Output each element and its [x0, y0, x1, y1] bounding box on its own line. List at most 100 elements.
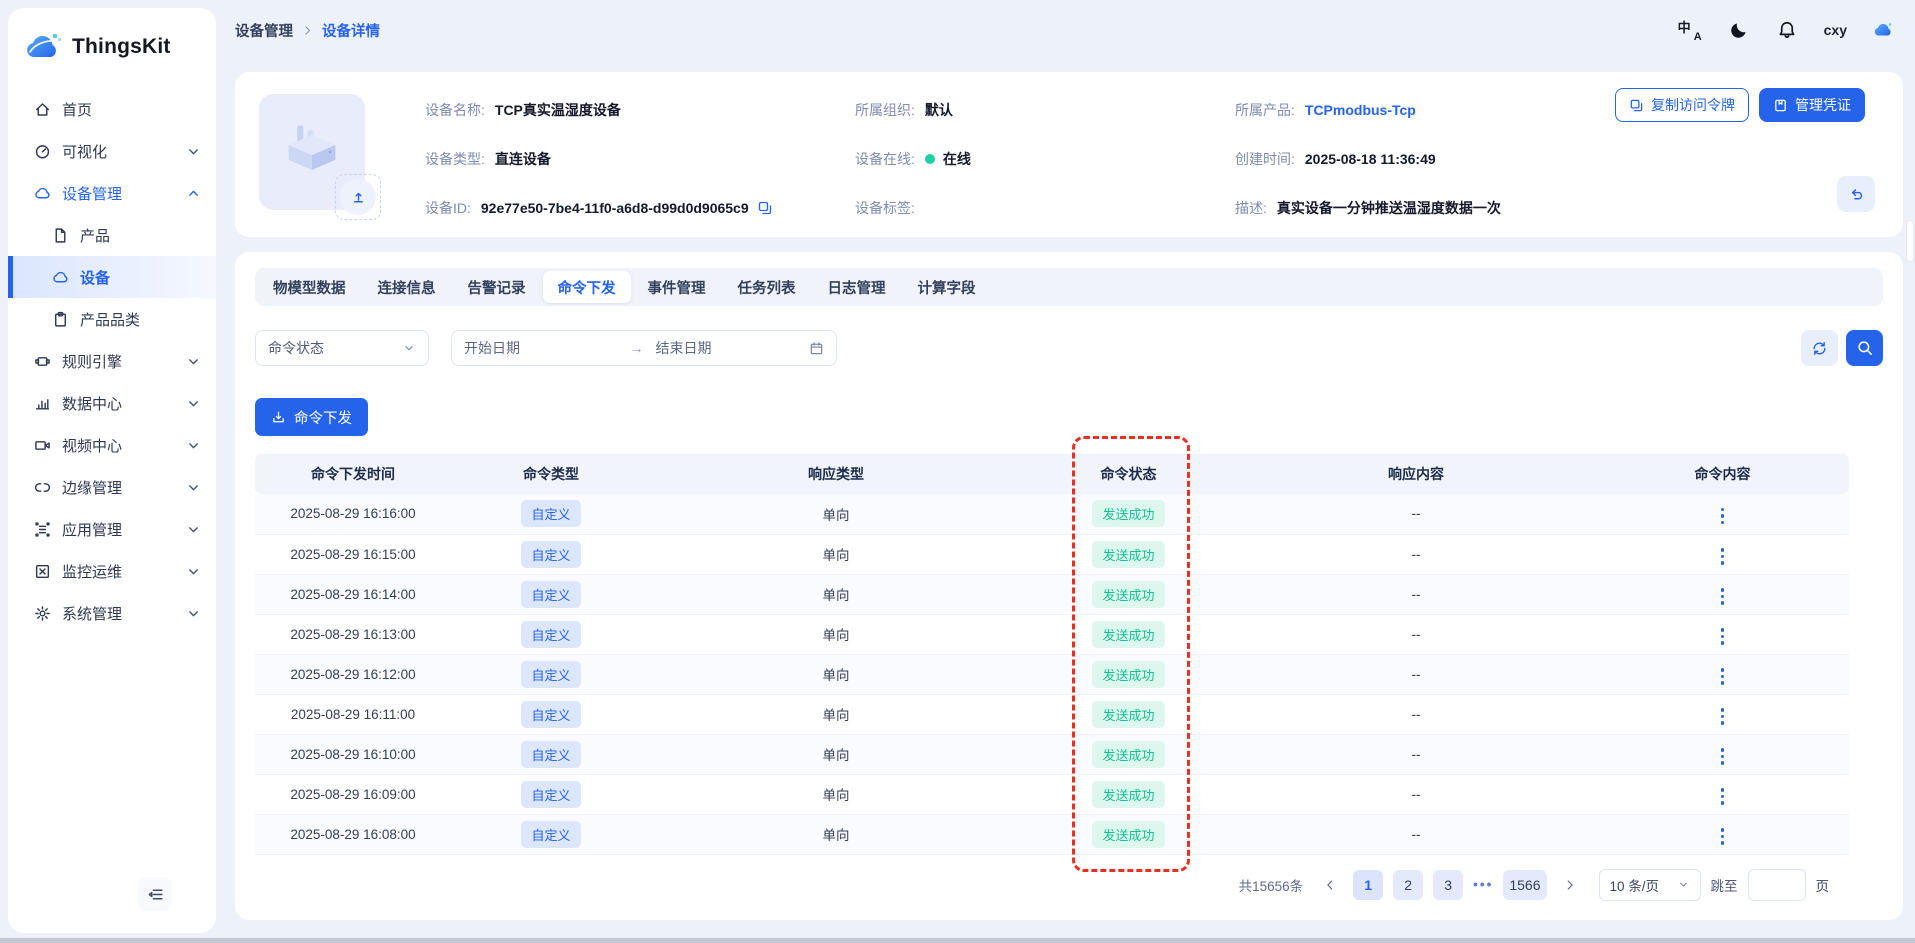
back-button[interactable] [1837, 176, 1875, 212]
tab-event-management[interactable]: 事件管理 [633, 271, 721, 303]
monitor-ops-icon [34, 563, 51, 580]
cell-response-type: 单向 [651, 534, 1021, 574]
tab-command-delivery[interactable]: 命令下发 [543, 271, 631, 303]
device-type: 直连设备 [495, 149, 551, 169]
edge-link-icon [34, 479, 51, 496]
chevron-down-icon [185, 605, 202, 622]
sidebar-item-app-management[interactable]: 应用管理 [8, 508, 216, 550]
sidebar-item-monitoring-ops[interactable]: 监控运维 [8, 550, 216, 592]
page-button-last[interactable]: 1566 [1503, 870, 1546, 900]
table-row: 2025-08-29 16:09:00 自定义 单向 发送成功 -- [255, 774, 1849, 814]
return-arrow-icon [1848, 186, 1865, 203]
refresh-icon [1811, 340, 1828, 357]
sidebar-item-device[interactable]: 设备 [8, 256, 216, 298]
table-row: 2025-08-29 16:11:00 自定义 单向 发送成功 -- [255, 694, 1849, 734]
copy-id-icon[interactable] [757, 200, 773, 216]
sidebar-item-home[interactable]: 首页 [8, 88, 216, 130]
sidebar-menu: 首页 可视化 设备管理 产品 设备 产品品类 规则引擎 [8, 88, 216, 634]
cell-command-content [1596, 734, 1849, 774]
command-content-menu-button[interactable] [1713, 664, 1733, 689]
page-button-3[interactable]: 3 [1433, 870, 1463, 900]
chevron-down-icon [185, 395, 202, 412]
page-jump-input[interactable] [1748, 869, 1806, 901]
cell-response-type: 单向 [651, 574, 1021, 614]
prev-page-button[interactable] [1317, 870, 1343, 900]
search-button[interactable] [1846, 330, 1883, 366]
tab-alarm-records[interactable]: 告警记录 [453, 271, 541, 303]
command-status-tag: 发送成功 [1092, 781, 1164, 808]
command-type-tag: 自定义 [521, 701, 580, 728]
device-org-row: 所属组织: 默认 [855, 98, 971, 122]
sidebar-item-visualization[interactable]: 可视化 [8, 130, 216, 172]
page-ellipsis[interactable]: ••• [1473, 877, 1493, 892]
cell-send-time: 2025-08-29 16:09:00 [255, 774, 451, 814]
tab-connection-info[interactable]: 连接信息 [363, 271, 451, 303]
command-type-tag: 自定义 [521, 581, 580, 608]
sidebar-item-rule-engine[interactable]: 规则引擎 [8, 340, 216, 382]
command-status-select[interactable]: 命令状态 [255, 330, 429, 366]
cell-response-content: -- [1236, 534, 1596, 574]
cell-command-status: 发送成功 [1021, 694, 1236, 734]
table-row: 2025-08-29 16:16:00 自定义 单向 发送成功 -- [255, 494, 1849, 534]
sidebar-item-edge-management[interactable]: 边缘管理 [8, 466, 216, 508]
next-page-button[interactable] [1557, 870, 1583, 900]
tab-log-management[interactable]: 日志管理 [813, 271, 901, 303]
refresh-button[interactable] [1801, 330, 1838, 366]
copy-access-token-button[interactable]: 复制访问令牌 [1615, 88, 1749, 122]
cell-command-type: 自定义 [451, 774, 651, 814]
language-switch-icon[interactable]: 中 A [1678, 19, 1702, 41]
table-row: 2025-08-29 16:12:00 自定义 单向 发送成功 -- [255, 654, 1849, 694]
chevron-down-icon [185, 437, 202, 454]
logo: ThingsKit [8, 8, 216, 88]
tab-task-list[interactable]: 任务列表 [723, 271, 811, 303]
cell-command-content [1596, 534, 1849, 574]
sidebar-item-product[interactable]: 产品 [8, 214, 216, 256]
page-button-2[interactable]: 2 [1393, 870, 1423, 900]
device-id-row: 设备ID: 92e77e50-7be4-11f0-a6d8-d99d0d9065… [425, 196, 773, 220]
total-count: 共15656条 [1239, 875, 1304, 895]
send-command-button[interactable]: 命令下发 [255, 398, 368, 436]
col-header-command-content: 命令内容 [1596, 454, 1849, 494]
cell-command-type: 自定义 [451, 814, 651, 854]
cell-response-content: -- [1236, 614, 1596, 654]
sidebar-item-data-center[interactable]: 数据中心 [8, 382, 216, 424]
command-content-menu-button[interactable] [1713, 624, 1733, 649]
jump-to-label: 跳至 [1711, 875, 1738, 895]
command-content-menu-button[interactable] [1713, 784, 1733, 809]
device-info-card: 设备名称: TCP真实温湿度设备 设备类型: 直连设备 设备ID: 92e77e… [235, 72, 1903, 237]
sidebar-item-system-management[interactable]: 系统管理 [8, 592, 216, 634]
command-content-menu-button[interactable] [1713, 584, 1733, 609]
command-content-menu-button[interactable] [1713, 824, 1733, 849]
window-bottom-edge [0, 938, 1915, 943]
date-range-picker[interactable]: 开始日期 → 结束日期 [451, 330, 837, 366]
command-content-menu-button[interactable] [1713, 504, 1733, 529]
page-button-1[interactable]: 1 [1353, 870, 1383, 900]
product-link[interactable]: TCPmodbus-Tcp [1305, 102, 1416, 118]
cell-command-type: 自定义 [451, 654, 651, 694]
sidebar-item-product-category[interactable]: 产品品类 [8, 298, 216, 340]
online-status: 在线 [943, 149, 971, 169]
range-arrow: → [630, 340, 644, 356]
tab-thing-model-data[interactable]: 物模型数据 [258, 271, 361, 303]
command-content-menu-button[interactable] [1713, 544, 1733, 569]
device-fields-col1: 设备名称: TCP真实温湿度设备 设备类型: 直连设备 设备ID: 92e77e… [425, 98, 773, 220]
dark-mode-moon-icon[interactable] [1728, 19, 1750, 41]
command-content-menu-button[interactable] [1713, 744, 1733, 769]
tab-computed-fields[interactable]: 计算字段 [903, 271, 991, 303]
user-avatar[interactable] [1873, 19, 1895, 41]
manage-credentials-button[interactable]: 管理凭证 [1759, 88, 1865, 122]
sidebar-item-device-management[interactable]: 设备管理 [8, 172, 216, 214]
sidebar-collapse-button[interactable] [138, 877, 172, 911]
start-date-placeholder: 开始日期 [464, 338, 618, 358]
sidebar-item-video-center[interactable]: 视频中心 [8, 424, 216, 466]
vertical-scrollbar-thumb[interactable] [1906, 220, 1914, 262]
upload-image-button[interactable] [335, 174, 381, 220]
notification-bell-icon[interactable] [1776, 19, 1798, 41]
username[interactable]: cxy [1824, 22, 1847, 38]
page-size-select[interactable]: 10 条/页 [1599, 869, 1701, 901]
breadcrumb-device-detail: 设备详情 [322, 20, 380, 41]
chevron-left-icon [1323, 878, 1337, 892]
command-content-menu-button[interactable] [1713, 704, 1733, 729]
command-status-tag: 发送成功 [1092, 541, 1164, 568]
breadcrumb-device-management[interactable]: 设备管理 [235, 20, 293, 41]
